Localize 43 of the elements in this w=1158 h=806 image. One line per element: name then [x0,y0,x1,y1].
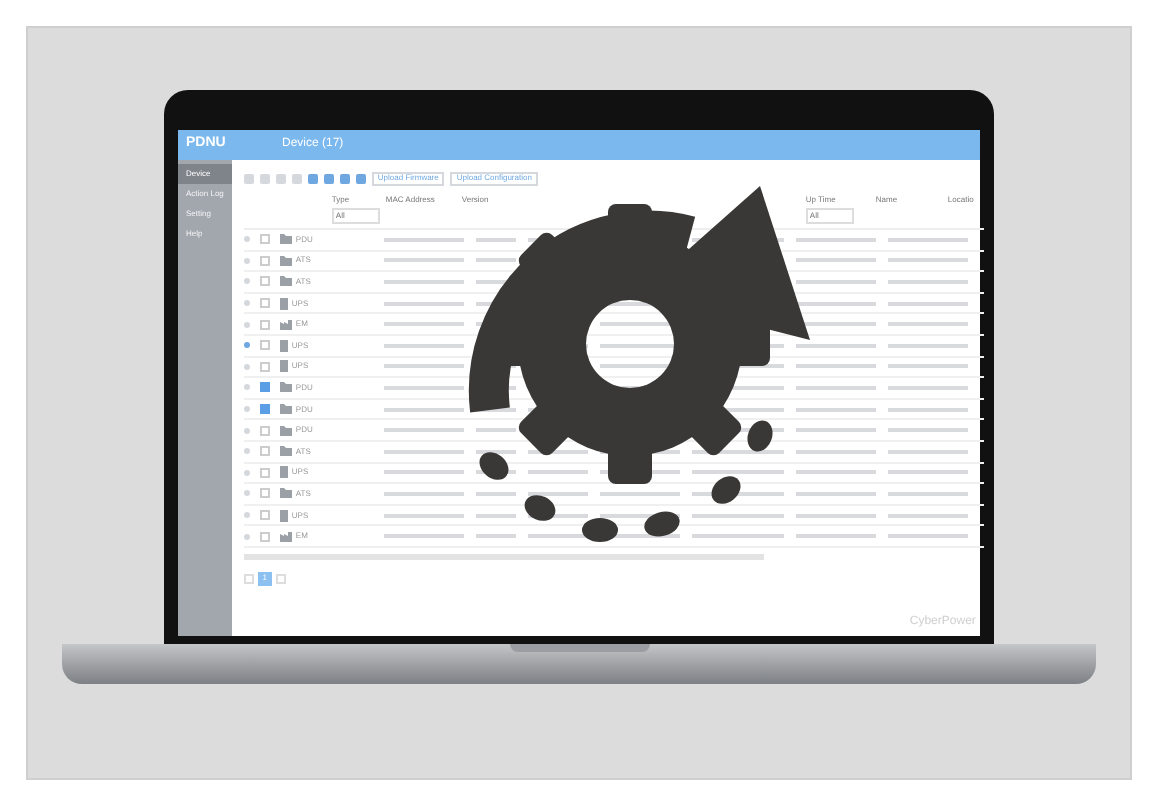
row-checkbox[interactable] [259,298,270,309]
factory-icon [279,531,292,542]
dot-icon [524,495,556,521]
row-checkbox[interactable] [259,404,270,415]
battery-icon [279,509,288,522]
row-checkbox[interactable] [259,425,270,436]
expand-dot-icon[interactable] [243,300,250,307]
row-checkbox[interactable] [259,234,270,245]
expand-dot-icon[interactable] [243,236,250,243]
folder-icon [279,488,292,499]
laptop-notch [509,644,649,652]
row-checkbox[interactable] [259,446,270,457]
row-checkbox[interactable] [259,488,270,499]
expand-dot-icon[interactable] [243,342,250,349]
row-checkbox[interactable] [259,467,270,478]
expand-dot-icon[interactable] [243,406,250,413]
dot-icon [479,452,509,480]
expand-dot-icon[interactable] [243,427,250,434]
expand-dot-icon[interactable] [243,448,250,455]
expand-dot-icon[interactable] [243,321,250,328]
expand-dot-icon[interactable] [243,384,250,391]
battery-icon [279,466,288,479]
expand-dot-icon[interactable] [243,533,250,540]
expand-dot-icon[interactable] [243,469,250,476]
dot-icon [644,511,680,537]
dot-icon [582,518,618,542]
factory-icon [279,319,292,330]
expand-dot-icon[interactable] [243,363,250,370]
dot-icon [747,420,773,452]
dot-icon [711,476,741,504]
row-checkbox[interactable] [259,531,270,542]
expand-dot-icon[interactable] [243,257,250,264]
expand-dot-icon[interactable] [243,490,250,497]
expand-dot-icon[interactable] [243,278,250,285]
row-checkbox[interactable] [259,361,270,372]
row-checkbox[interactable] [259,382,270,393]
battery-icon [279,297,288,310]
row-checkbox[interactable] [259,255,270,266]
row-checkbox[interactable] [259,276,270,287]
row-checkbox[interactable] [259,510,270,521]
expand-dot-icon[interactable] [243,512,250,519]
row-checkbox[interactable] [259,319,270,330]
row-checkbox[interactable] [259,340,270,351]
